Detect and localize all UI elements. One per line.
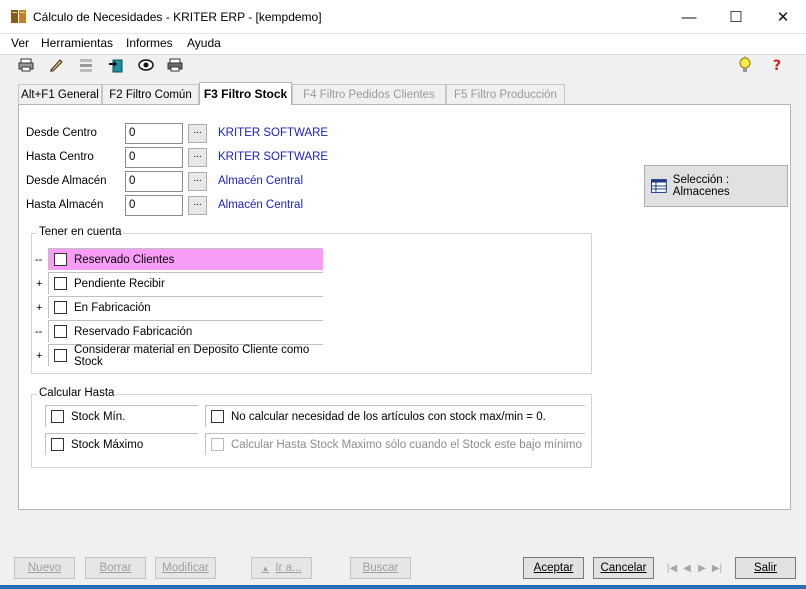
stock-max-label: Stock Máximo (71, 438, 144, 451)
last-record-icon[interactable]: ▶| (711, 560, 723, 576)
reservado-fabricacion-label: Reservado Fabricación (74, 325, 193, 338)
desde-centro-description: KRITER SOFTWARE (218, 127, 329, 139)
buscar-button[interactable]: Buscar (350, 557, 411, 579)
window-title: Cálculo de Necesidades - KRITER ERP - [k… (33, 10, 322, 24)
stock-min-checkbox[interactable]: Stock Mín. (45, 405, 198, 427)
menu-ver[interactable]: Ver (11, 36, 29, 50)
printer-icon[interactable] (16, 56, 36, 74)
deposito-cliente-box[interactable] (54, 349, 67, 362)
svg-text:?: ? (773, 58, 781, 73)
calcular-hasta-title: Calcular Hasta (37, 387, 117, 399)
no-calcular-box[interactable] (211, 410, 224, 423)
reservado-clientes-sign: -- (35, 254, 43, 266)
desde-centro-label: Desde Centro (26, 127, 97, 139)
hasta-centro-lookup-button[interactable]: ... (188, 148, 207, 167)
hasta-centro-input[interactable]: 0 (125, 147, 183, 168)
desde-centro-lookup-button[interactable]: ... (188, 124, 207, 143)
printer-setup-icon[interactable] (165, 56, 185, 74)
cancelar-button[interactable]: Cancelar (593, 557, 654, 579)
hasta-centro-label: Hasta Centro (26, 151, 94, 163)
stock-max-checkbox[interactable]: Stock Máximo (45, 433, 198, 455)
taskbar-strip (0, 585, 806, 589)
pendiente-recibir-label: Pendiente Recibir (74, 277, 165, 290)
menu-informes[interactable]: Informes (126, 36, 173, 50)
ir-a-button[interactable]: ▲ Ir a... (251, 557, 312, 579)
app-book-icon (11, 10, 26, 23)
preview-eye-icon[interactable] (136, 56, 156, 74)
reservado-fabricacion-checkbox[interactable]: Reservado Fabricación (48, 320, 323, 342)
en-fabricacion-label: En Fabricación (74, 301, 151, 314)
calcular-hasta-max-label: Calcular Hasta Stock Maximo sólo cuando … (231, 438, 582, 451)
hasta-centro-description: KRITER SOFTWARE (218, 151, 329, 163)
desde-almacen-input[interactable]: 0 (125, 171, 183, 192)
menu-ayuda[interactable]: Ayuda (187, 36, 221, 50)
nuevo-button[interactable]: Nuevo (14, 557, 75, 579)
minimize-button[interactable]: — (666, 0, 712, 34)
pendiente-recibir-box[interactable] (54, 277, 67, 290)
no-calcular-label: No calcular necesidad de los artículos c… (231, 410, 546, 423)
modificar-button[interactable]: Modificar (155, 557, 216, 579)
stock-max-box[interactable] (51, 438, 64, 451)
en-fabricacion-checkbox[interactable]: En Fabricación (48, 296, 323, 318)
desde-almacen-lookup-button[interactable]: ... (188, 172, 207, 191)
next-record-icon[interactable]: ▶ (696, 560, 708, 576)
first-record-icon[interactable]: |◀ (666, 560, 678, 576)
desde-almacen-description: Almacén Central (218, 175, 304, 187)
pencil-icon[interactable] (46, 56, 66, 74)
tab-filtro-produccion[interactable]: F5 Filtro Producción (446, 84, 565, 104)
reservado-fabricacion-sign: -- (35, 326, 43, 338)
pendiente-recibir-checkbox[interactable]: Pendiente Recibir (48, 272, 323, 294)
tab-filtro-pedidos-clientes[interactable]: F4 Filtro Pedidos Clientes (292, 84, 446, 104)
layers-icon[interactable] (76, 56, 96, 74)
hasta-almacen-label: Hasta Almacén (26, 199, 104, 211)
seleccion-almacenes-label: Selección : Almacenes (672, 174, 730, 198)
calcular-hasta-max-checkbox[interactable]: Calcular Hasta Stock Maximo sólo cuando … (205, 433, 585, 455)
ir-a-label: Ir a... (275, 562, 302, 574)
borrar-button[interactable]: Borrar (85, 557, 146, 579)
tab-general[interactable]: Alt+F1 General (18, 84, 102, 104)
ir-a-arrow-icon: ▲ (261, 563, 270, 573)
table-icon (651, 179, 667, 193)
help-icon[interactable]: ? (768, 56, 788, 74)
no-calcular-checkbox[interactable]: No calcular necesidad de los artículos c… (205, 405, 585, 427)
tab-filtro-stock[interactable]: F3 Filtro Stock (199, 82, 292, 105)
hasta-almacen-description: Almacén Central (218, 199, 304, 211)
reservado-clientes-label: Reservado Clientes (74, 253, 175, 266)
deposito-cliente-checkbox[interactable]: Considerar material en Deposito Cliente … (48, 343, 323, 368)
hasta-almacen-lookup-button[interactable]: ... (188, 196, 207, 215)
hasta-almacen-input[interactable]: 0 (125, 195, 183, 216)
reservado-clientes-box[interactable] (54, 253, 67, 266)
export-icon[interactable] (106, 56, 126, 74)
tab-filtro-comun[interactable]: F2 Filtro Común (102, 84, 199, 104)
stock-min-box[interactable] (51, 410, 64, 423)
menu-bar (0, 34, 806, 54)
reservado-clientes-checkbox[interactable]: Reservado Clientes (48, 248, 323, 270)
close-button[interactable]: ✕ (760, 0, 806, 34)
desde-almacen-label: Desde Almacén (26, 175, 107, 187)
tener-en-cuenta-title: Tener en cuenta (37, 226, 124, 238)
reservado-fabricacion-box[interactable] (54, 325, 67, 338)
aceptar-button[interactable]: Aceptar (523, 557, 584, 579)
lightbulb-icon[interactable] (735, 56, 755, 74)
stock-min-label: Stock Mín. (71, 410, 126, 423)
previous-record-icon[interactable]: ◀ (681, 560, 693, 576)
salir-button[interactable]: Salir (735, 557, 796, 579)
deposito-cliente-label: Considerar material en Deposito Cliente … (74, 343, 310, 368)
maximize-button[interactable]: ☐ (713, 0, 759, 34)
calcular-hasta-max-box[interactable] (211, 438, 224, 451)
desde-centro-input[interactable]: 0 (125, 123, 183, 144)
menu-herramientas[interactable]: Herramientas (41, 36, 113, 50)
seleccion-almacenes-button[interactable]: Selección : Almacenes (644, 165, 788, 207)
en-fabricacion-box[interactable] (54, 301, 67, 314)
